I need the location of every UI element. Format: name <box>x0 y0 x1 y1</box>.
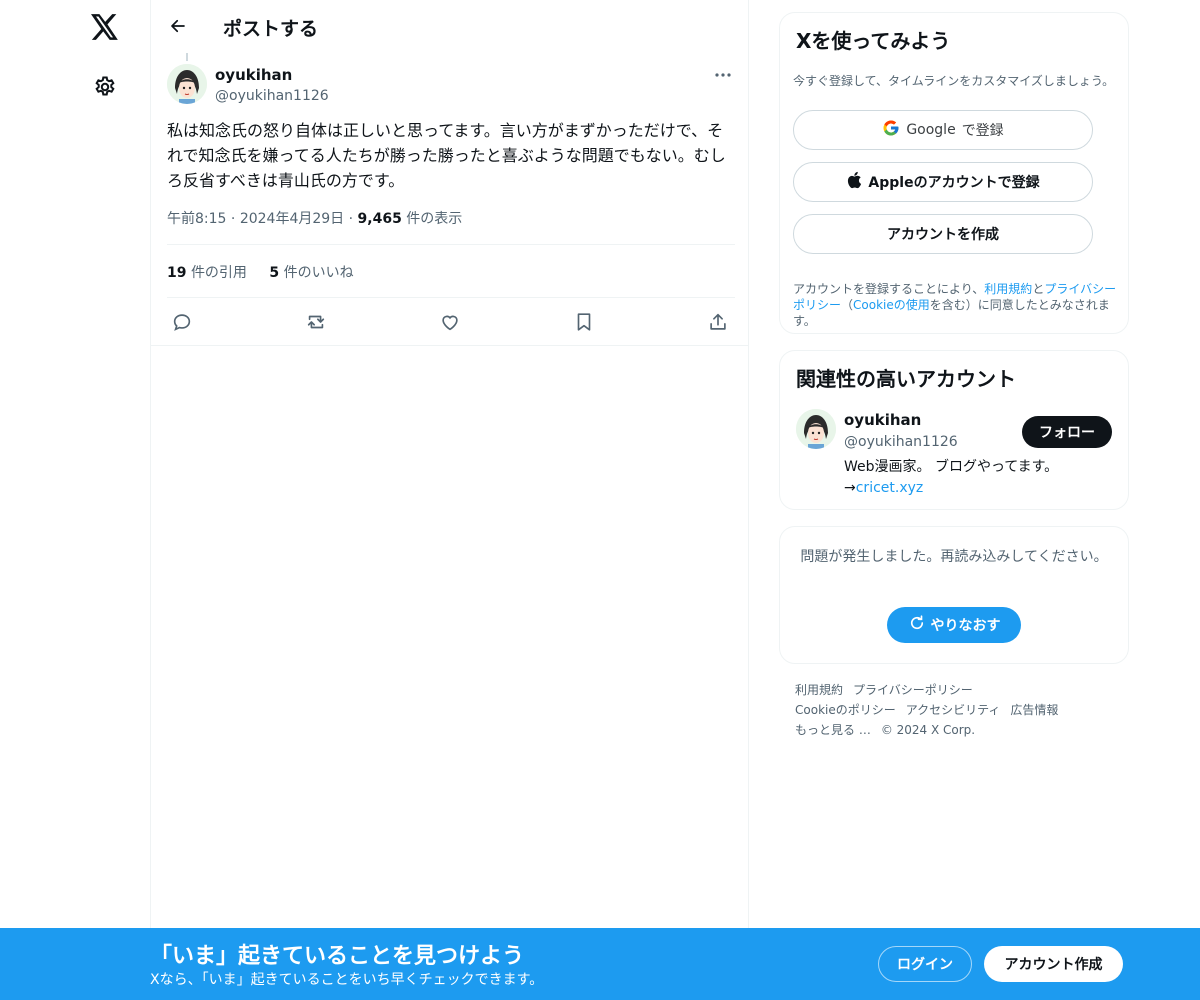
signup-title: Xを使ってみよう <box>796 29 951 53</box>
gear-icon[interactable] <box>86 68 124 106</box>
meta-separator: · <box>348 211 358 227</box>
footer-link[interactable]: アクセシビリティ <box>906 703 1001 717</box>
main-column: ポストする oyukihan @oyukihan1126 私は知念氏の怒り自体は… <box>150 0 749 1000</box>
meta-separator: · <box>230 211 240 227</box>
left-nav <box>0 0 150 1000</box>
thread-line <box>186 53 188 61</box>
quotes-label: 件の引用 <box>190 265 247 281</box>
page-title: ポストする <box>223 18 319 40</box>
likes-label: 件のいいね <box>283 265 354 281</box>
related-handle[interactable]: @oyukihan1126 <box>844 434 958 450</box>
divider <box>167 244 735 245</box>
quotes-stat[interactable]: 19 件の引用 <box>167 262 247 282</box>
arrow-left-icon[interactable] <box>163 11 193 41</box>
bottom-bar-subtitle: Xなら、「いま」起きていることをいち早くチェックできます。 <box>150 972 544 988</box>
error-card: 問題が発生しました。再読み込みしてください。 やりなおす <box>779 526 1129 664</box>
google-suffix: で登録 <box>961 123 1004 139</box>
footer-link[interactable]: Cookieのポリシー <box>795 703 896 717</box>
login-button[interactable]: ログイン <box>878 946 972 982</box>
terms-paren: （ <box>841 298 854 312</box>
related-accounts-card: 関連性の高いアカウント oyukihan @oyukihan1126 フォロー … <box>779 350 1129 510</box>
refresh-icon <box>908 614 926 636</box>
footer-link[interactable]: プライバシーポリシー <box>853 683 973 697</box>
share-icon[interactable] <box>705 309 731 335</box>
post-actions <box>151 306 749 338</box>
apple-signup-button[interactable]: Appleのアカウントで登録 <box>793 162 1093 202</box>
bio-link[interactable]: cricet.xyz <box>856 480 924 496</box>
footer-more[interactable]: もっと見る … <box>795 723 871 737</box>
avatar[interactable] <box>796 409 836 449</box>
post-meta: 午前8:15 · 2024年4月29日 · 9,465 件の表示 <box>167 208 462 228</box>
footer-link[interactable]: 利用規約 <box>795 683 843 697</box>
post-text: 私は知念氏の怒り自体は正しいと思ってます。言い方がまずかっただけで、それで知念氏… <box>167 121 726 190</box>
post-stats: 19 件の引用 5 件のいいね <box>167 262 372 282</box>
apple-icon <box>846 171 862 193</box>
views-count: 9,465 <box>357 211 402 227</box>
bio-arrow: → <box>844 480 856 496</box>
x-logo-icon[interactable] <box>86 8 124 46</box>
related-bio: Web漫画家。 ブログやってます。 →cricet.xyz <box>844 457 1114 499</box>
terms-link[interactable]: 利用規約 <box>984 282 1032 296</box>
retry-button[interactable]: やりなおす <box>887 607 1021 643</box>
bottom-signup-bar: 「いま」起きていることを見つけよう Xなら、「いま」起きていることをいち早くチェ… <box>0 928 1200 1000</box>
create-account-label: アカウントを作成 <box>887 227 999 243</box>
footer-copyright: © 2024 X Corp. <box>880 723 976 737</box>
more-options-icon[interactable] <box>709 64 737 86</box>
bio-text: Web漫画家。 ブログやってます。 <box>844 459 1059 475</box>
page-header: ポストする <box>151 0 749 53</box>
retry-label: やりなおす <box>930 618 1001 634</box>
avatar[interactable] <box>167 64 207 104</box>
google-icon <box>882 119 900 141</box>
likes-count: 5 <box>269 265 280 281</box>
apple-label: Appleのアカウントで登録 <box>868 175 1040 191</box>
bottom-bar-title: 「いま」起きていることを見つけよう <box>150 944 525 969</box>
divider <box>151 345 749 346</box>
related-title: 関連性の高いアカウント <box>796 367 1016 391</box>
like-icon[interactable] <box>437 309 463 335</box>
signup-subtitle: 今すぐ登録して、タイムラインをカスタマイズしましょう。 <box>793 74 1115 88</box>
signup-button[interactable]: アカウント作成 <box>984 946 1123 982</box>
google-label: Google <box>906 122 956 138</box>
quotes-count: 19 <box>167 265 187 281</box>
google-signup-button[interactable]: Google で登録 <box>793 110 1093 150</box>
footer-links: 利用規約 プライバシーポリシー Cookieのポリシー アクセシビリティ 広告情報 も… <box>795 680 1125 740</box>
cookie-link[interactable]: Cookieの使用 <box>853 298 930 312</box>
divider <box>167 297 735 298</box>
related-name[interactable]: oyukihan <box>844 411 921 429</box>
post-date[interactable]: 2024年4月29日 <box>240 211 344 227</box>
post-time[interactable]: 午前8:15 <box>167 211 226 227</box>
repost-icon[interactable] <box>303 309 329 335</box>
author-name[interactable]: oyukihan <box>215 66 292 84</box>
likes-stat[interactable]: 5 件のいいね <box>269 262 353 282</box>
footer-link[interactable]: 広告情報 <box>1010 703 1058 717</box>
follow-button[interactable]: フォロー <box>1022 416 1112 448</box>
reply-icon[interactable] <box>169 309 195 335</box>
signup-card: Xを使ってみよう 今すぐ登録して、タイムラインをカスタマイズしましょう。 Goo… <box>779 12 1129 334</box>
terms-prefix: アカウントを登録することにより、 <box>793 282 985 296</box>
bookmark-icon[interactable] <box>571 309 597 335</box>
create-account-button[interactable]: アカウントを作成 <box>793 214 1093 254</box>
error-message: 問題が発生しました。再読み込みしてください。 <box>800 549 1108 565</box>
terms-text: アカウントを登録することにより、利用規約とプライバシーポリシー（Cookieの使… <box>793 281 1123 329</box>
views-label: 件の表示 <box>406 211 463 227</box>
terms-and: と <box>1032 282 1045 296</box>
author-handle[interactable]: @oyukihan1126 <box>215 88 329 104</box>
